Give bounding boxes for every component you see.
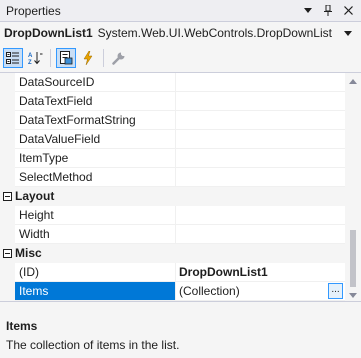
svg-text:Z: Z: [28, 60, 32, 65]
property-name[interactable]: DataValueField: [15, 130, 176, 149]
description-text: The collection of items in the list.: [6, 338, 180, 352]
property-row[interactable]: Items (Collection)...: [0, 282, 345, 301]
window-title: Properties: [6, 3, 61, 18]
properties-window: Properties DropDownList1 System.Web.UI.W…: [0, 0, 361, 358]
pin-icon[interactable]: [321, 4, 335, 18]
row-margin: [0, 282, 15, 301]
svg-text:A: A: [28, 53, 33, 59]
property-grid-rows: DataSourceID DataTextField DataTextFormatS…: [0, 73, 345, 301]
scroll-down-icon[interactable]: [345, 287, 361, 301]
property-value[interactable]: [176, 130, 345, 149]
property-name[interactable]: Width: [15, 225, 176, 244]
properties-toolbar: A Z: [0, 44, 361, 72]
property-name[interactable]: (ID): [15, 263, 176, 282]
property-value[interactable]: (Collection)...: [176, 282, 345, 301]
category-label: Layout: [15, 189, 55, 203]
description-title: Items: [6, 319, 38, 333]
alphabetical-button[interactable]: A Z: [25, 48, 45, 68]
property-name[interactable]: ItemType: [15, 149, 176, 168]
close-icon[interactable]: [341, 4, 355, 18]
row-margin: [0, 149, 15, 168]
row-margin: [0, 73, 15, 92]
category-label: Misc: [15, 246, 42, 260]
property-row[interactable]: DataValueField: [0, 130, 345, 149]
property-name[interactable]: Height: [15, 206, 176, 225]
property-value[interactable]: [176, 206, 345, 225]
category-layout[interactable]: Layout: [0, 187, 345, 206]
scroll-up-icon[interactable]: [345, 73, 361, 89]
toolbar-separator: [50, 49, 51, 67]
toolbar-separator: [103, 49, 104, 67]
row-margin: [0, 206, 15, 225]
properties-button[interactable]: [56, 48, 76, 68]
collapse-icon[interactable]: [3, 249, 12, 258]
property-row[interactable]: DataTextField: [0, 92, 345, 111]
property-name[interactable]: SelectMethod: [15, 168, 176, 187]
property-value[interactable]: [176, 225, 345, 244]
categorized-button[interactable]: [3, 48, 23, 68]
property-value[interactable]: [176, 92, 345, 111]
category-header[interactable]: Layout: [0, 187, 345, 206]
property-value[interactable]: [176, 73, 345, 92]
properties-icon: [60, 51, 73, 65]
row-margin: [0, 92, 15, 111]
row-margin: [0, 263, 15, 282]
title-bar-actions: [301, 4, 361, 18]
property-name[interactable]: DataTextField: [15, 92, 176, 111]
title-bar: Properties: [0, 0, 361, 22]
row-margin: [0, 130, 15, 149]
ellipsis-button[interactable]: ...: [328, 283, 343, 299]
collapse-icon[interactable]: [3, 192, 12, 201]
events-button[interactable]: [78, 48, 98, 68]
property-name[interactable]: Items: [15, 282, 176, 301]
scroll-thumb[interactable]: [350, 230, 356, 287]
property-value[interactable]: DropDownList1: [176, 263, 345, 282]
row-margin: [0, 111, 15, 130]
property-value-text: (Collection): [179, 284, 240, 298]
category-misc[interactable]: Misc: [0, 244, 345, 263]
property-row[interactable]: Width: [0, 225, 345, 244]
property-pages-button[interactable]: [109, 48, 129, 68]
property-pages-icon: [112, 52, 125, 65]
property-row[interactable]: DataTextFormatString: [0, 111, 345, 130]
categorized-icon: [6, 51, 19, 64]
description-pane: Items The collection of items in the lis…: [0, 313, 361, 358]
property-row[interactable]: Height: [0, 206, 345, 225]
property-value-text: DropDownList1: [179, 265, 268, 279]
property-value[interactable]: [176, 168, 345, 187]
vertical-scrollbar[interactable]: [345, 73, 361, 301]
row-margin: [0, 168, 15, 187]
chevron-down-icon[interactable]: [340, 30, 356, 36]
category-header[interactable]: Misc: [0, 244, 345, 263]
alphabetical-icon: A Z: [28, 52, 42, 65]
property-row[interactable]: DataSourceID: [0, 73, 345, 92]
object-type: System.Web.UI.WebControls.DropDownList: [97, 26, 332, 40]
property-value[interactable]: [176, 111, 345, 130]
property-name[interactable]: DataTextFormatString: [15, 111, 176, 130]
object-name: DropDownList1: [4, 26, 93, 40]
property-grid: DataSourceID DataTextField DataTextFormatS…: [0, 72, 361, 302]
events-icon: [83, 51, 93, 65]
chevron-down-icon[interactable]: [301, 4, 315, 18]
property-value[interactable]: [176, 149, 345, 168]
row-margin: [0, 225, 15, 244]
property-row[interactable]: ItemType: [0, 149, 345, 168]
property-row[interactable]: SelectMethod: [0, 168, 345, 187]
property-row[interactable]: (ID) DropDownList1: [0, 263, 345, 282]
property-name[interactable]: DataSourceID: [15, 73, 176, 92]
object-selector[interactable]: DropDownList1 System.Web.UI.WebControls.…: [0, 22, 361, 44]
